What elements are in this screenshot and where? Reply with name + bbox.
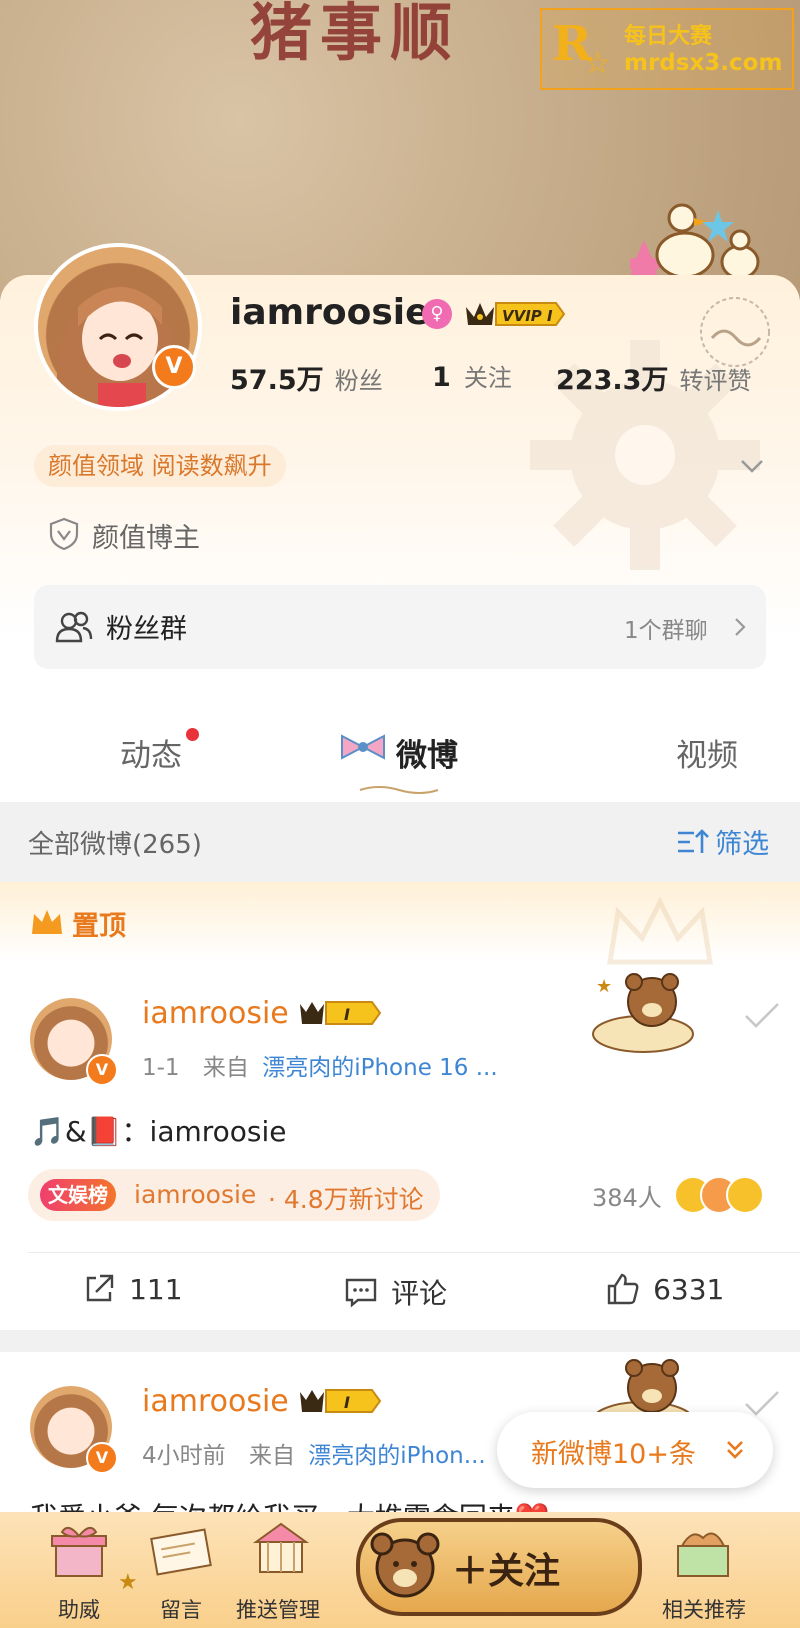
profile-tag[interactable]: 颜值领域 阅读数飙升 [34, 445, 286, 487]
vvip-badge-label: VVIP I [502, 307, 553, 325]
like-count: 6331 [653, 1272, 725, 1306]
crown-member-badge: I [300, 1389, 382, 1413]
stat-fans-label: 粉丝 [334, 367, 383, 395]
female-gender-icon: ♀ [422, 299, 452, 329]
filter-button[interactable]: 筛选 [676, 822, 769, 861]
repost-count: 111 [129, 1272, 183, 1306]
post-time: 1-1 [142, 1055, 180, 1081]
stat-fans[interactable]: 57.5万 粉丝 [230, 358, 383, 397]
tab-underline-decoration [359, 786, 439, 794]
post-divider [28, 1252, 800, 1253]
feed-filter-bar: 全部微博(265) 筛选 [0, 802, 800, 882]
cover-title-text: 猪事顺 [250, 0, 461, 69]
profile-username: iamroosie [230, 292, 430, 333]
cheer-button[interactable]: 助威 [44, 1512, 114, 1628]
shield-icon [49, 517, 79, 551]
post-author[interactable]: iamroosie [142, 1384, 289, 1419]
message-button[interactable]: 留言 [146, 1512, 216, 1628]
notification-dot [186, 728, 199, 741]
checkmark-icon[interactable] [742, 1000, 782, 1030]
stat-following[interactable]: 1 关注 [432, 358, 512, 393]
push-manage-button[interactable]: 推送管理 [232, 1512, 332, 1628]
repost-button[interactable]: 111 [82, 1272, 183, 1306]
verified-badge-icon: V [152, 345, 196, 389]
crown-decoration-icon [607, 896, 713, 965]
topic-discussion-count: · 4.8万新讨论 [268, 1185, 424, 1214]
post-source[interactable]: 漂亮肉的iPhon... [308, 1443, 485, 1469]
post-body-text: 🎵&📕：iamroosie [30, 1115, 287, 1148]
post-meta: 1-1 来自 漂亮肉的iPhone 16 ... [142, 1048, 498, 1082]
related-recommend-label: 相关推荐 [662, 1598, 746, 1622]
bow-icon [341, 734, 385, 760]
topic-pill[interactable]: 文娱榜 iamroosie · 4.8万新讨论 [28, 1169, 440, 1221]
filter-label: 筛选 [715, 829, 770, 860]
thumbs-up-icon [607, 1273, 639, 1305]
follow-label: ＋关注 [452, 1551, 561, 1592]
stat-engagement[interactable]: 223.3万 转评赞 [556, 358, 752, 397]
emoji-grin-icon [726, 1176, 764, 1214]
svg-text:★: ★ [596, 976, 612, 997]
bear-sticker-icon: ★ [592, 973, 694, 1053]
crown-level: I [344, 1393, 350, 1412]
watermark-line1: 每日大赛 [624, 24, 713, 49]
crown-level: I [344, 1005, 350, 1024]
post-meta: 4小时前 来自 漂亮肉的iPhon... [142, 1436, 486, 1470]
related-recommend-button[interactable]: 相关推荐 [652, 1512, 772, 1628]
like-button[interactable]: 6331 [606, 1272, 724, 1306]
profile-role: 颜值博主 [92, 523, 200, 554]
share-icon [86, 1274, 114, 1302]
tab-weibo[interactable]: 微博 [396, 730, 458, 775]
cheer-label: 助威 [58, 1598, 100, 1622]
bottom-action-bar: 助威 ★ 留言 推送管理 ＋关注 相关推荐 [0, 1512, 800, 1628]
group-users-icon [55, 611, 93, 643]
stat-following-label: 关注 [463, 364, 512, 392]
verified-badge-icon: V [86, 1442, 118, 1474]
pinned-label: 置顶 [72, 911, 126, 942]
comment-label: 评论 [391, 1277, 448, 1310]
crown-icon [32, 910, 62, 934]
post-source-prefix: 来自 [202, 1055, 249, 1081]
stat-fans-value: 57.5万 [230, 365, 324, 396]
topic-rank-badge: 文娱榜 [40, 1179, 116, 1211]
follow-button[interactable]: ＋关注 [356, 1518, 642, 1616]
reaction-people-count: 384人 [592, 1184, 662, 1212]
site-watermark: R ☆ 每日大赛 mrdsx3.com [540, 8, 794, 90]
post-source[interactable]: 漂亮肉的iPhone 16 ... [262, 1055, 497, 1081]
vvip-badge[interactable]: VVIP I [462, 297, 566, 331]
carousel-icon [252, 1522, 310, 1573]
star-icon: ★ [118, 1570, 138, 1595]
post-time: 4小时前 [142, 1443, 226, 1469]
fan-group-label: 粉丝群 [106, 614, 187, 645]
comment-icon [345, 1278, 377, 1308]
verified-badge-icon: V [86, 1054, 118, 1086]
post-author[interactable]: iamroosie [142, 996, 289, 1031]
push-manage-label: 推送管理 [236, 1598, 320, 1622]
star-icon: ☆ [584, 46, 611, 81]
tab-dynamics[interactable]: 动态 [120, 730, 182, 775]
all-posts-count: 全部微博(265) [28, 830, 202, 860]
chevron-right-icon [735, 618, 746, 636]
sort-filter-icon [678, 828, 709, 853]
fan-group-count: 1个群聊 [624, 618, 708, 644]
stat-engagement-value: 223.3万 [556, 365, 669, 396]
gift-icon [51, 1526, 107, 1577]
watermark-line2: mrdsx3.com [624, 50, 783, 76]
fan-group-row[interactable]: 粉丝群 1个群聊 [34, 585, 766, 669]
post-source-prefix: 来自 [248, 1443, 295, 1469]
new-posts-toast[interactable]: 新微博10+条 [497, 1412, 773, 1488]
tab-video[interactable]: 视频 [676, 730, 738, 775]
new-posts-label: 新微博10+条 [531, 1439, 696, 1470]
topic-name: iamroosie [134, 1180, 257, 1209]
message-label: 留言 [160, 1598, 202, 1622]
cake-box-icon [677, 1532, 729, 1577]
comment-button[interactable]: 评论 [344, 1272, 447, 1312]
double-chevron-down-icon [727, 1441, 743, 1459]
stat-engagement-label: 转评赞 [679, 367, 752, 395]
bear-face-icon [370, 1532, 440, 1598]
post-separator [0, 1330, 800, 1352]
letter-icon [150, 1528, 212, 1576]
stat-following-value: 1 [432, 362, 451, 393]
chevron-down-icon[interactable] [738, 452, 766, 480]
crown-member-badge: I [300, 1001, 382, 1025]
